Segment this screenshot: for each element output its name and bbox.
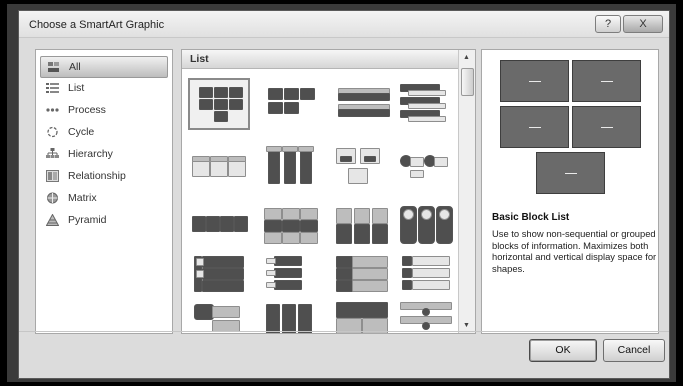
layout-list-thumbnail[interactable] xyxy=(332,78,394,130)
layout-list-thumbnail[interactable] xyxy=(188,202,250,254)
category-list-item[interactable]: List xyxy=(40,78,166,98)
layout-list-thumbnail[interactable] xyxy=(260,202,322,254)
layout-list-thumbnail[interactable] xyxy=(260,78,322,130)
dialog-title: Choose a SmartArt Graphic xyxy=(29,19,165,31)
details-panel: Basic Block List Use to show non-sequent… xyxy=(481,49,659,334)
category-hierarchy[interactable]: Hierarchy xyxy=(40,144,166,164)
layout-list-thumbnail[interactable] xyxy=(188,142,250,194)
category-all[interactable]: All xyxy=(40,56,168,78)
all-icon xyxy=(48,62,59,72)
layout-list-thumbnail[interactable] xyxy=(188,250,250,302)
scroll-down-icon[interactable]: ▼ xyxy=(463,322,470,329)
layout-basic-block-list[interactable] xyxy=(188,78,250,130)
category-label: Process xyxy=(68,104,106,116)
gallery-header-label: List xyxy=(190,53,209,65)
layout-list-thumbnail[interactable] xyxy=(332,202,394,254)
layout-list-thumbnail[interactable] xyxy=(396,78,458,130)
hierarchy-icon xyxy=(46,148,59,158)
category-cycle[interactable]: Cycle xyxy=(40,122,166,142)
category-matrix[interactable]: Matrix xyxy=(40,188,166,208)
gallery-scrollbar[interactable]: ▲ ▼ xyxy=(458,50,475,333)
title-bar: Choose a SmartArt Graphic ? X xyxy=(19,11,669,38)
layout-list-thumbnail[interactable] xyxy=(332,142,394,194)
layout-list-thumbnail[interactable] xyxy=(396,142,458,194)
pyramid-icon xyxy=(46,214,59,226)
list-icon xyxy=(46,83,59,93)
scroll-thumb[interactable] xyxy=(461,68,474,96)
relationship-icon xyxy=(46,170,59,182)
help-button[interactable]: ? xyxy=(595,15,621,33)
matrix-icon xyxy=(47,192,58,204)
process-icon xyxy=(46,108,59,112)
layout-list-thumbnail[interactable] xyxy=(260,250,322,302)
gallery-header: List xyxy=(182,50,458,69)
cancel-button[interactable]: Cancel xyxy=(603,339,665,362)
smartart-dialog: Choose a SmartArt Graphic ? X All List P… xyxy=(18,10,670,379)
layout-list-thumbnail[interactable] xyxy=(260,298,322,333)
category-label: Pyramid xyxy=(68,214,107,226)
category-label: Cycle xyxy=(68,126,95,138)
category-label: Relationship xyxy=(68,170,126,182)
layout-gallery: List ▲ ▼ xyxy=(181,49,476,334)
close-button[interactable]: X xyxy=(623,15,663,33)
category-label: Matrix xyxy=(68,192,97,204)
layout-list-thumbnail[interactable] xyxy=(332,298,394,333)
ok-button[interactable]: OK xyxy=(529,339,597,362)
layout-list-thumbnail[interactable] xyxy=(260,142,322,194)
scroll-up-icon[interactable]: ▲ xyxy=(463,54,470,61)
layout-list-thumbnail[interactable] xyxy=(332,250,394,302)
category-relationship[interactable]: Relationship xyxy=(40,166,166,186)
category-label: All xyxy=(69,61,81,73)
layout-list-thumbnail[interactable] xyxy=(396,298,458,333)
category-label: List xyxy=(68,82,85,94)
layout-title: Basic Block List xyxy=(492,212,570,223)
category-pyramid[interactable]: Pyramid xyxy=(40,210,166,230)
category-process[interactable]: Process xyxy=(40,100,166,120)
cycle-icon xyxy=(47,126,58,138)
layout-list-thumbnail[interactable] xyxy=(188,298,250,333)
layout-description: Use to show non-sequential or grouped bl… xyxy=(492,228,657,274)
layout-list-thumbnail[interactable] xyxy=(396,202,458,254)
layout-list-thumbnail[interactable] xyxy=(396,250,458,302)
category-list: All List Process Cycle Hierarchy Relatio… xyxy=(35,49,173,334)
layout-preview xyxy=(500,60,641,200)
footer-divider xyxy=(19,331,669,332)
category-label: Hierarchy xyxy=(68,148,113,160)
